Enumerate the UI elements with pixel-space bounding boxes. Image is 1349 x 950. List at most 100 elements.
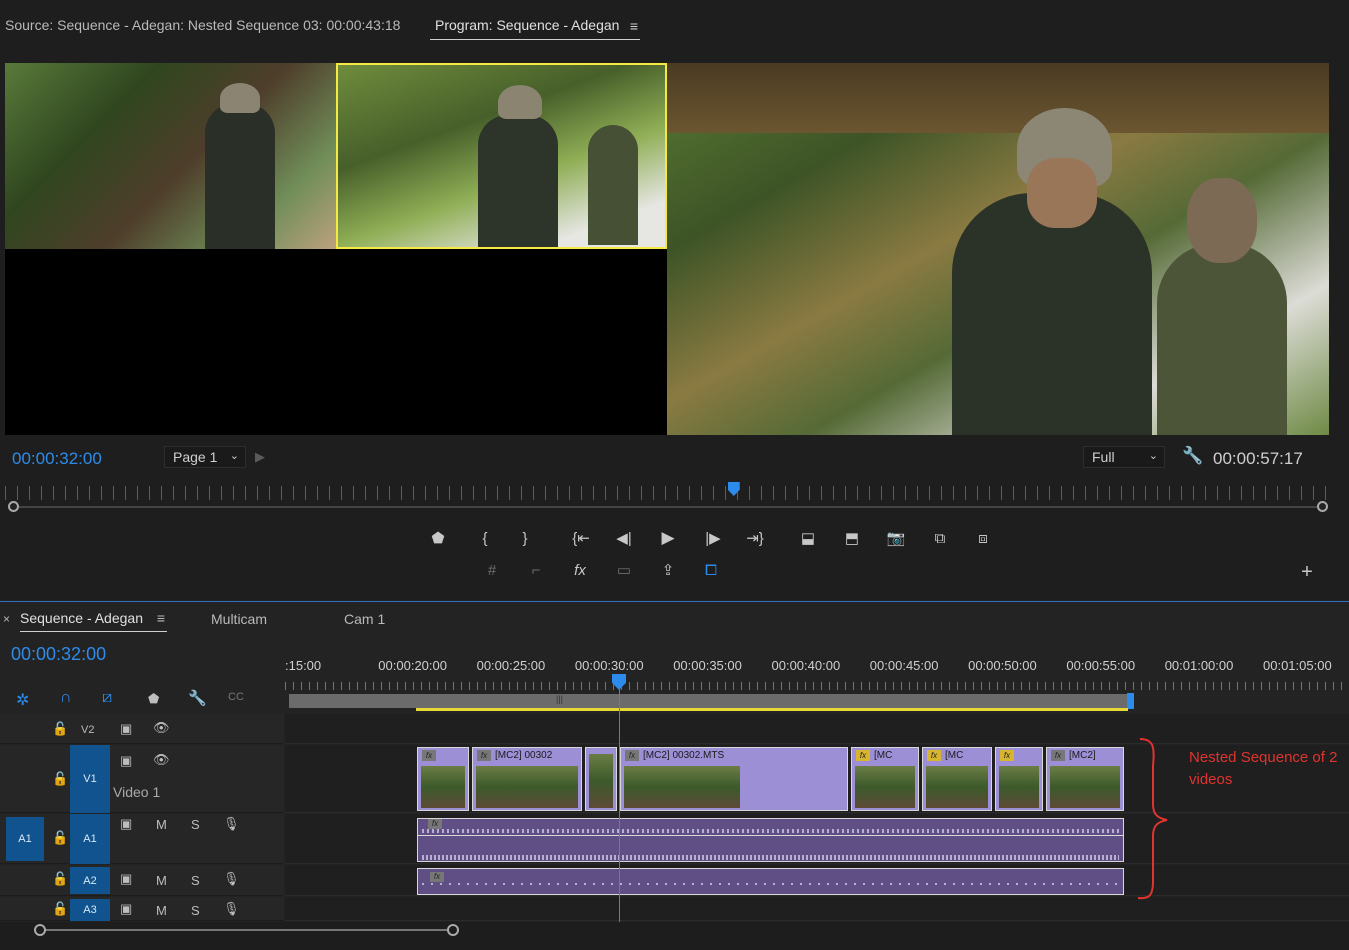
multicam-view-icon[interactable]: ▭ — [611, 559, 637, 581]
page-next-icon[interactable]: ▶ — [255, 449, 265, 465]
microphone-icon[interactable]: 🎙 — [223, 871, 240, 887]
lock-icon[interactable]: 🔓 — [52, 901, 68, 917]
track-target-a1[interactable]: A1 — [70, 814, 110, 864]
add-marker-icon[interactable]: ⬟ — [148, 691, 159, 707]
zoom-handle-left[interactable] — [8, 501, 19, 512]
go-to-out-icon[interactable]: ⇥} — [742, 527, 768, 549]
program-timecode[interactable]: 00:00:32:00 — [12, 449, 102, 469]
source-monitor-tab[interactable]: Source: Sequence - Adegan: Nested Sequen… — [5, 17, 400, 33]
vr-video-icon[interactable]: ⧠ — [698, 559, 724, 581]
tab-multicam[interactable]: Multicam — [211, 611, 267, 627]
export-frame-icon[interactable]: 📷 — [883, 527, 909, 549]
multicam-preview[interactable] — [5, 63, 667, 435]
button-editor-plus-icon[interactable]: + — [1294, 561, 1320, 583]
solo-button[interactable]: S — [191, 903, 200, 918]
track-target-a3[interactable]: A3 — [70, 899, 110, 921]
zoom-handle-right[interactable] — [1317, 501, 1328, 512]
audio-clip-a2[interactable]: fx — [417, 868, 1124, 895]
video-clip[interactable]: fx — [417, 747, 469, 811]
overwrite-icon[interactable]: ⧈ — [970, 527, 996, 549]
mark-in-icon[interactable]: { — [472, 527, 498, 549]
close-tab-icon[interactable]: × — [3, 612, 10, 626]
video-clip[interactable]: fx [MC2] 00302 — [472, 747, 582, 811]
time-ruler[interactable]: :15:00 00:00:20:00 00:00:25:00 00:00:30:00 0… — [285, 652, 1349, 692]
camera-angle-1[interactable] — [5, 63, 336, 249]
source-patch-a1[interactable]: A1 — [6, 817, 44, 861]
page-select[interactable]: Page 1 ⌄ — [164, 446, 246, 468]
lock-icon[interactable]: 🔓 — [52, 721, 68, 737]
video-clip[interactable]: fx [MC — [922, 747, 992, 811]
video-clip[interactable]: fx [MC2] 00302.MTS — [620, 747, 848, 811]
sync-lock-icon[interactable]: ▣ — [120, 901, 132, 917]
program-monitor-tab[interactable]: Program: Sequence - Adegan — [435, 17, 619, 33]
tab-sequence-adegan[interactable]: Sequence - Adegan ≡ — [20, 610, 167, 632]
captions-icon[interactable]: CC — [228, 691, 244, 703]
panel-menu-icon[interactable]: ≡ — [630, 18, 638, 34]
ruler-label: 00:00:35:00 — [673, 658, 742, 673]
lock-icon[interactable]: 🔓 — [52, 830, 68, 846]
track-header-v2[interactable]: 🔓 V2 ▣ 👁 — [0, 714, 284, 744]
timeline-settings-wrench-icon[interactable]: 🔧 — [188, 689, 207, 707]
play-icon[interactable]: ▶ — [655, 527, 681, 549]
track-a3[interactable] — [285, 897, 1349, 921]
camera-angle-2-selected[interactable] — [336, 63, 667, 249]
work-area-grip-icon[interactable]: ||| — [556, 694, 563, 704]
audio-clip-a1[interactable]: fx — [417, 818, 1124, 862]
program-ruler[interactable] — [5, 486, 1330, 500]
ruler-label: :15:00 — [285, 658, 322, 673]
eye-icon[interactable]: 👁 — [153, 720, 170, 736]
nest-icon[interactable]: ✲ — [16, 690, 29, 710]
insert-icon[interactable]: ⧉ — [927, 527, 953, 549]
zoom-handle-left[interactable] — [34, 924, 46, 936]
safe-margins-icon[interactable]: # — [479, 559, 505, 581]
lift-icon[interactable]: ⬓ — [795, 527, 821, 549]
mute-button[interactable]: M — [156, 817, 167, 832]
step-back-icon[interactable]: ◀| — [611, 527, 637, 549]
zoom-select[interactable]: Full ⌄ — [1083, 446, 1165, 468]
zoom-scrollbar[interactable] — [14, 506, 1322, 508]
video-clip[interactable] — [585, 747, 617, 811]
track-header-a3[interactable]: 🔓 A3 ▣ M S 🎙 — [0, 897, 284, 921]
panel-menu-icon[interactable]: ≡ — [157, 610, 165, 626]
track-target-a2[interactable]: A2 — [70, 867, 110, 894]
export-icon[interactable]: ⇪ — [655, 559, 681, 581]
comparison-view-icon[interactable]: ⌐ — [523, 559, 549, 581]
work-area-end-handle[interactable] — [1127, 693, 1134, 709]
timeline-zoom-bar[interactable] — [40, 929, 454, 931]
track-label-v2: V2 — [81, 724, 95, 736]
track-v2[interactable] — [285, 714, 1349, 744]
page-select-value: Page 1 — [173, 449, 218, 465]
extract-icon[interactable]: ⬒ — [839, 527, 865, 549]
video-clip[interactable]: fx [MC2] — [1046, 747, 1124, 811]
add-marker-icon[interactable]: ⬟ — [425, 527, 451, 549]
program-video-frame[interactable] — [667, 63, 1329, 435]
mute-button[interactable]: M — [156, 903, 167, 918]
work-area-bar[interactable] — [289, 694, 1129, 708]
track-header-a2[interactable]: 🔓 A2 ▣ M S 🎙 — [0, 865, 284, 896]
clip-label: [MC — [945, 750, 964, 761]
video-clip[interactable]: fx [MC — [851, 747, 919, 811]
go-to-in-icon[interactable]: {⇤ — [568, 527, 594, 549]
snap-magnet-icon[interactable]: ∩ — [60, 689, 72, 707]
mute-button[interactable]: M — [156, 873, 167, 888]
microphone-icon[interactable]: 🎙 — [223, 816, 240, 832]
fx-badge-icon: fx — [422, 750, 436, 761]
wrench-icon[interactable]: 🔧 — [1182, 446, 1203, 466]
zoom-handle-right[interactable] — [447, 924, 459, 936]
lock-icon[interactable]: 🔓 — [52, 871, 68, 887]
track-header-a1[interactable]: A1 🔓 A1 ▣ M S 🎙 — [0, 814, 284, 864]
tab-cam-1[interactable]: Cam 1 — [344, 611, 385, 627]
sync-lock-icon[interactable]: ▣ — [120, 721, 132, 737]
microphone-icon[interactable]: 🎙 — [223, 901, 240, 917]
video-clip[interactable]: fx — [995, 747, 1043, 811]
sync-lock-icon[interactable]: ▣ — [120, 871, 132, 887]
sync-lock-icon[interactable]: ▣ — [120, 816, 132, 832]
linked-selection-icon[interactable]: ⧄ — [102, 689, 112, 707]
program-monitor-tab-wrap[interactable]: Program: Sequence - Adegan ≡ — [430, 8, 640, 40]
fx-icon[interactable]: fx — [567, 559, 593, 581]
solo-button[interactable]: S — [191, 873, 200, 888]
mark-out-icon[interactable]: } — [512, 527, 538, 549]
step-forward-icon[interactable]: |▶ — [700, 527, 726, 549]
solo-button[interactable]: S — [191, 817, 200, 832]
timeline-timecode[interactable]: 00:00:32:00 — [11, 644, 106, 665]
